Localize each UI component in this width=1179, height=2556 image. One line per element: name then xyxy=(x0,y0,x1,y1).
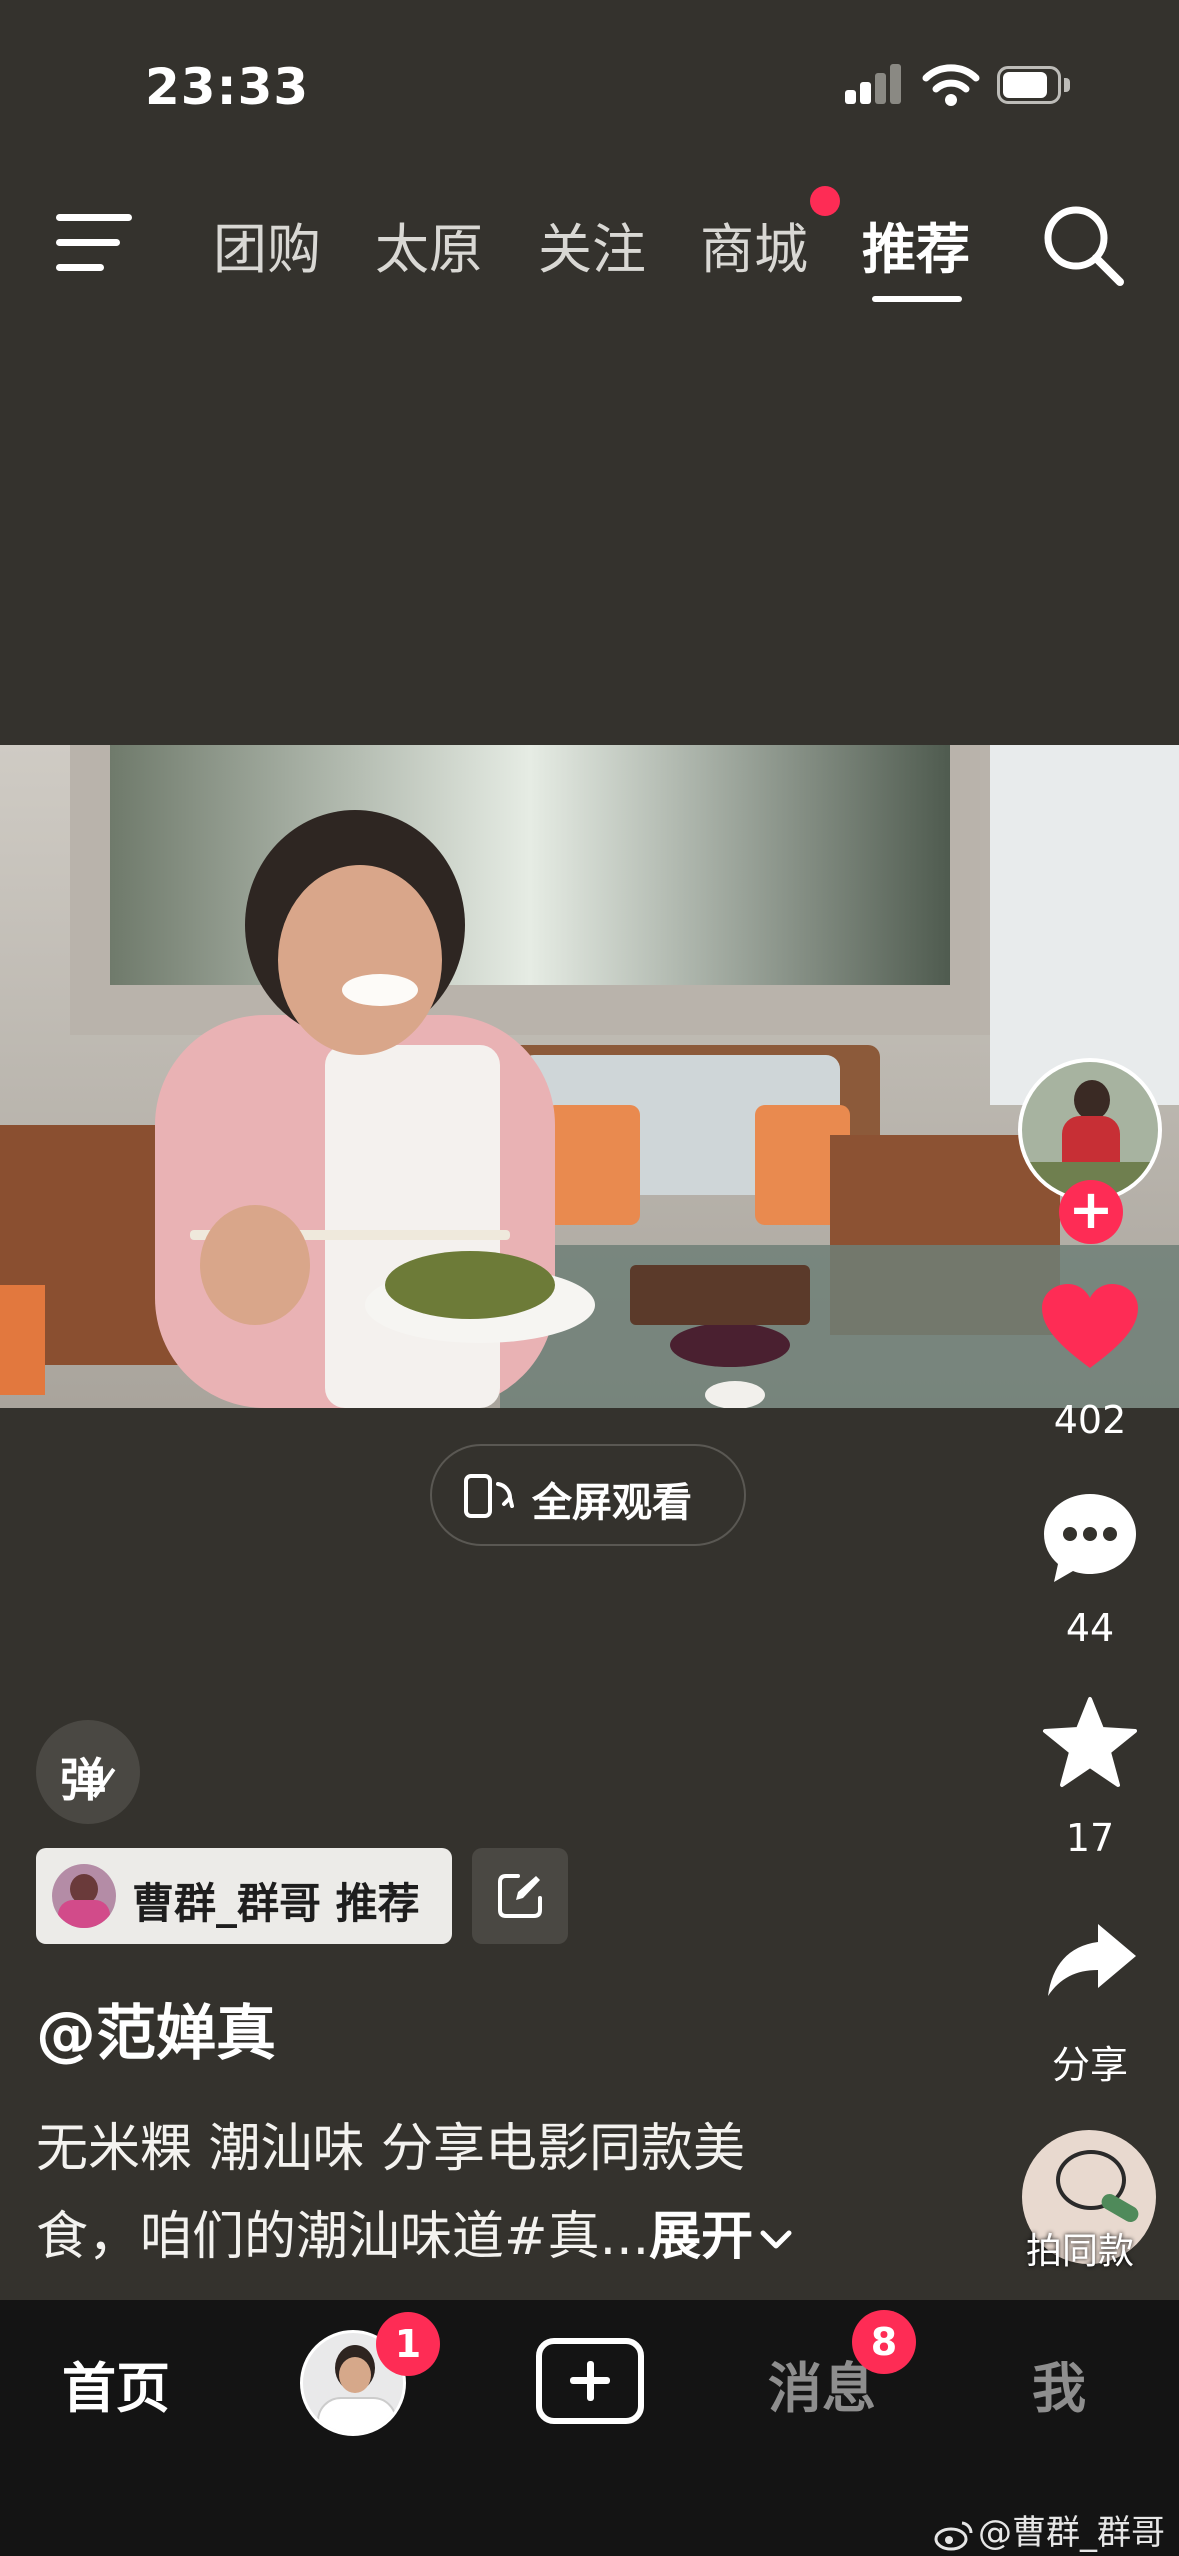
edit-icon xyxy=(498,1874,542,1918)
favorite-count: 17 xyxy=(1065,1816,1115,1860)
share-label[interactable]: 分享 xyxy=(1020,2034,1160,2089)
recommender-text: 曹群_群哥 推荐 xyxy=(132,1879,420,1928)
share-arrow-icon[interactable] xyxy=(1046,1920,1138,2000)
fullscreen-button[interactable]: 全屏观看 xyxy=(430,1444,746,1546)
active-tab-indicator xyxy=(872,296,962,302)
tab-taiyuan[interactable]: 太原 xyxy=(375,205,483,284)
chevron-down-icon xyxy=(760,2230,792,2249)
tab-recommend[interactable]: 推荐 xyxy=(862,205,970,284)
tab-home[interactable]: 首页 xyxy=(62,2344,170,2423)
friends-badge: 1 xyxy=(376,2312,440,2376)
watermark-text: @曹群_群哥 xyxy=(978,2513,1165,2553)
danmu-toggle-button[interactable]: 弹 xyxy=(36,1720,140,1824)
status-time: 23:33 xyxy=(145,58,310,116)
tab-group-buy[interactable]: 团购 xyxy=(213,205,321,284)
comment-count: 44 xyxy=(1065,1606,1115,1650)
wifi-icon xyxy=(922,64,980,106)
fullscreen-label: 全屏观看 xyxy=(532,1480,692,1526)
favorite-star-icon[interactable] xyxy=(1042,1696,1138,1788)
video-player[interactable] xyxy=(0,745,1179,1408)
tab-me[interactable]: 我 xyxy=(1032,2344,1086,2423)
menu-icon[interactable] xyxy=(56,212,134,274)
create-post-button[interactable] xyxy=(536,2338,644,2424)
notification-dot xyxy=(810,186,840,216)
same-style-label[interactable]: 拍同款 xyxy=(1026,2222,1134,2274)
danmu-label: 弹 xyxy=(60,1753,106,1807)
rotate-screen-icon xyxy=(464,1474,514,1518)
author-name[interactable]: @范婵真 xyxy=(36,1985,276,2072)
description-line-2[interactable]: 食，咱们的潮汕味道#真...展开 xyxy=(36,2194,793,2269)
heart-icon[interactable] xyxy=(1040,1282,1140,1372)
video-frame-scene xyxy=(0,745,1179,1408)
description-line-1: 无米粿 潮汕味 分享电影同款美 xyxy=(36,2119,746,2179)
battery-icon xyxy=(997,66,1071,106)
search-icon[interactable] xyxy=(1040,202,1128,290)
edit-recommendation-button[interactable] xyxy=(472,1848,568,1944)
recommender-chip[interactable]: 曹群_群哥 推荐 xyxy=(36,1848,452,1944)
follow-button[interactable]: + xyxy=(1059,1180,1123,1244)
plus-icon xyxy=(570,2361,610,2401)
comment-icon[interactable] xyxy=(1040,1490,1140,1586)
weibo-logo-icon xyxy=(934,2521,973,2550)
messages-badge: 8 xyxy=(852,2310,916,2374)
tab-following[interactable]: 关注 xyxy=(538,205,646,284)
cellular-signal-icon xyxy=(845,64,903,104)
weibo-watermark: @曹群_群哥 xyxy=(934,2505,1165,2554)
like-count: 402 xyxy=(1053,1398,1127,1442)
tab-mall[interactable]: 商城 xyxy=(700,205,808,284)
expand-link[interactable]: 展开 xyxy=(649,2207,753,2267)
recommender-avatar xyxy=(52,1864,116,1928)
description-text: 食，咱们的潮汕味道#真... xyxy=(36,2207,650,2267)
